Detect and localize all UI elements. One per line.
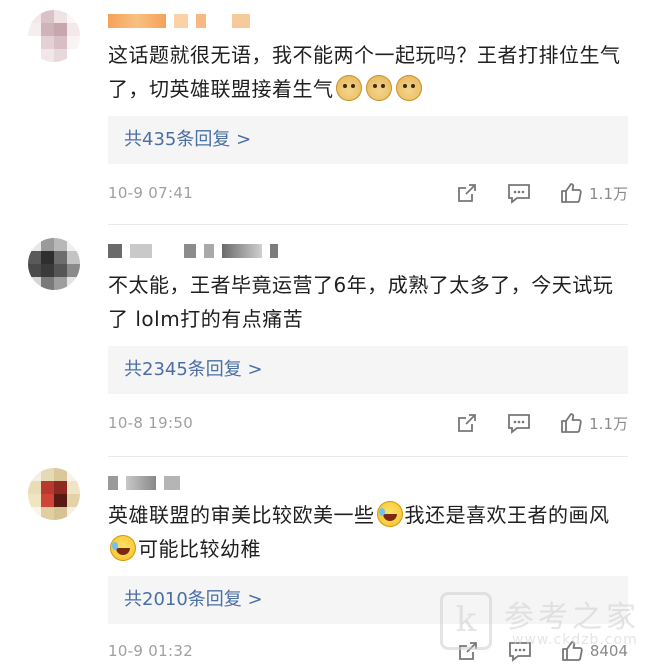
like-count: 1.1万 — [589, 414, 628, 433]
watermark-url: www.ckdzb.com — [512, 632, 638, 648]
divider — [108, 456, 628, 457]
comment-icon[interactable] — [507, 181, 531, 205]
comment-text: 不太能，王者毕竟运营了6年，成熟了太多了，今天试玩了 lolm打的有点痛苦 — [108, 268, 633, 336]
doge-emoji — [365, 75, 392, 101]
timestamp: 10-8 19:50 — [108, 414, 194, 432]
divider — [108, 224, 628, 225]
avatar[interactable] — [28, 468, 80, 520]
thumbs-up-icon[interactable] — [559, 411, 583, 435]
action-bar: 1.1万 — [427, 181, 628, 205]
share-icon[interactable] — [455, 181, 479, 205]
comment-text: 英雄联盟的审美比较欧美一些 我还是喜欢王者的画风可能比较幼稚 — [108, 498, 633, 566]
username[interactable] — [108, 240, 278, 262]
doge-emoji — [395, 75, 422, 101]
view-replies-button[interactable]: 共435条回复 > — [108, 116, 628, 164]
comment-text-part: 这话题就很无语，我不能两个一起玩吗？王者打排位生气了，切英雄联盟接着生气 — [108, 43, 621, 101]
view-replies-button[interactable]: 共2345条回复 > — [108, 346, 628, 394]
share-icon[interactable] — [455, 411, 479, 435]
username[interactable] — [108, 10, 250, 32]
comment-text: 这话题就很无语，我不能两个一起玩吗？王者打排位生气了，切英雄联盟接着生气 — [108, 38, 633, 106]
username[interactable] — [108, 472, 180, 494]
like-count: 1.1万 — [589, 184, 628, 203]
watermark-title: 参考之家 — [504, 600, 640, 635]
comment-text-part: 不太能，王者毕竟运营了6年，成熟了太多了，今天试玩了 lolm打的有点痛苦 — [108, 273, 614, 331]
timestamp: 10-9 01:32 — [108, 642, 194, 660]
comment-meta: 10-9 07:41 1.1万 — [108, 180, 628, 206]
avatar[interactable] — [28, 238, 80, 290]
comment-text-part: 英雄联盟的审美比较欧美一些 — [108, 503, 375, 527]
comment-icon[interactable] — [507, 411, 531, 435]
watermark-logo: k — [440, 592, 492, 650]
laugh-cry-emoji — [110, 535, 136, 561]
thumbs-up-icon[interactable] — [559, 181, 583, 205]
laugh-cry-emoji — [376, 501, 403, 527]
timestamp: 10-9 07:41 — [108, 184, 194, 202]
watermark: k 参考之家 www.ckdzb.com — [440, 590, 640, 660]
comment-text-part: 我还是喜欢王者的画风 — [404, 503, 610, 527]
avatar[interactable] — [28, 10, 80, 62]
comment-text-part: 可能比较幼稚 — [138, 537, 261, 561]
comment-meta: 10-8 19:50 1.1万 — [108, 410, 628, 436]
doge-emoji — [335, 75, 362, 101]
action-bar: 1.1万 — [427, 411, 628, 435]
